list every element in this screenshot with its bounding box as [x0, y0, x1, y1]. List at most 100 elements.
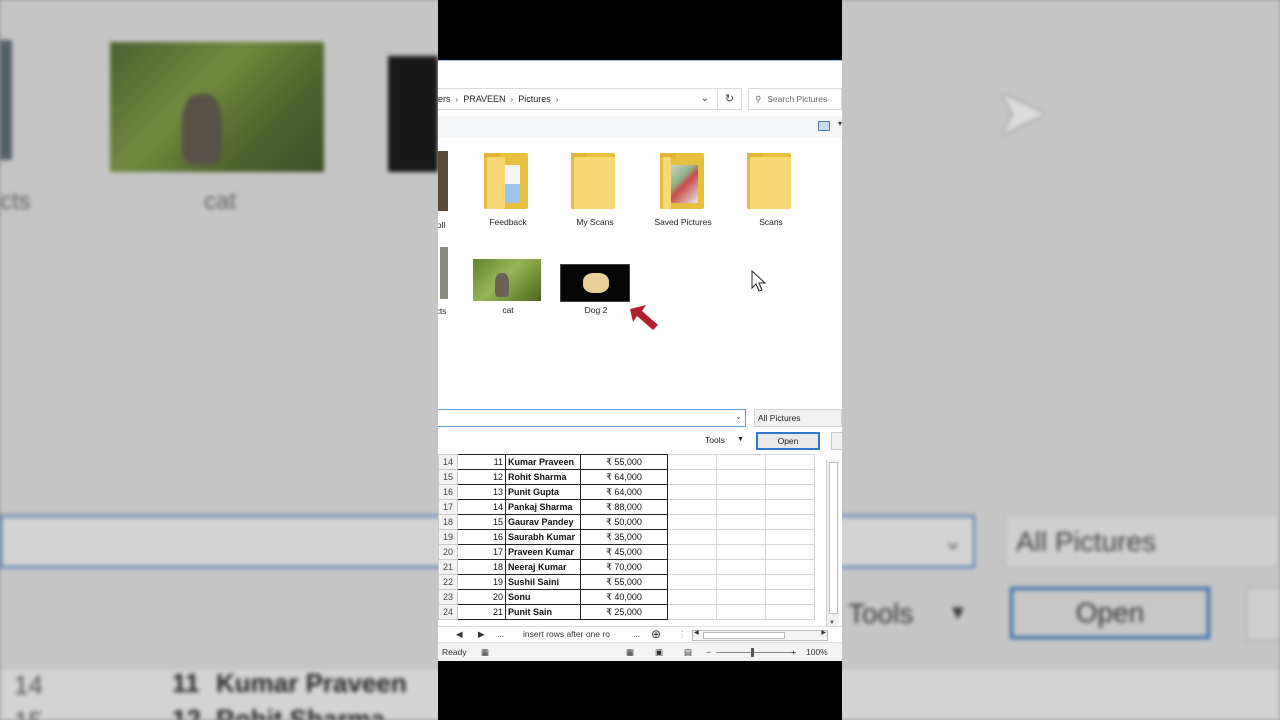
- horizontal-scrollbar[interactable]: ◀ ▶: [692, 630, 828, 641]
- file-name-input[interactable]: ⌄: [438, 409, 746, 427]
- empty-cell[interactable]: [765, 529, 815, 545]
- row-header[interactable]: 22: [438, 574, 458, 590]
- page-layout-icon[interactable]: ▣: [655, 647, 663, 658]
- empty-cell[interactable]: [667, 529, 717, 545]
- empty-cell[interactable]: [667, 454, 717, 470]
- row-header[interactable]: 24: [438, 604, 458, 620]
- empty-cell[interactable]: [765, 604, 815, 620]
- empty-cell[interactable]: [716, 529, 766, 545]
- sheet-ellipsis-left[interactable]: ...: [497, 629, 504, 639]
- file-item-partial-left[interactable]: cts: [438, 247, 448, 316]
- zoom-in-icon[interactable]: +: [791, 647, 796, 657]
- refresh-icon[interactable]: ↻: [718, 88, 742, 110]
- vertical-scrollbar[interactable]: ▼: [826, 460, 839, 626]
- empty-cell[interactable]: [765, 469, 815, 485]
- empty-cell[interactable]: [765, 514, 815, 530]
- serial-number-cell[interactable]: 17: [457, 544, 506, 560]
- normal-view-icon[interactable]: ▦: [626, 647, 634, 658]
- empty-cell[interactable]: [765, 454, 815, 470]
- salary-cell[interactable]: ₹ 64,000: [580, 484, 668, 500]
- breadcrumb-users[interactable]: ers: [438, 89, 451, 109]
- empty-cell[interactable]: [667, 484, 717, 500]
- empty-cell[interactable]: [765, 484, 815, 500]
- serial-number-cell[interactable]: 15: [457, 514, 506, 530]
- empty-cell[interactable]: [716, 469, 766, 485]
- file-type-select[interactable]: All Pictures: [754, 409, 842, 427]
- address-bar[interactable]: ers › PRAVEEN › Pictures › ⌄: [438, 88, 718, 110]
- salary-cell[interactable]: ₹ 45,000: [580, 544, 668, 560]
- serial-number-cell[interactable]: 18: [457, 559, 506, 575]
- sheet-ellipsis-right[interactable]: ...: [633, 629, 640, 639]
- empty-cell[interactable]: [716, 499, 766, 515]
- zoom-slider[interactable]: [716, 652, 796, 653]
- empty-cell[interactable]: [765, 574, 815, 590]
- serial-number-cell[interactable]: 20: [457, 589, 506, 605]
- salary-cell[interactable]: ₹ 40,000: [580, 589, 668, 605]
- name-cell[interactable]: Pankaj Sharma: [505, 499, 581, 515]
- salary-cell[interactable]: ₹ 50,000: [580, 514, 668, 530]
- salary-cell[interactable]: ₹ 88,000: [580, 499, 668, 515]
- row-header[interactable]: 18: [438, 514, 458, 530]
- name-cell[interactable]: Rohit Sharma: [505, 469, 581, 485]
- scroll-right-icon[interactable]: ▶: [821, 629, 826, 636]
- page-break-icon[interactable]: ▤: [684, 647, 692, 658]
- empty-cell[interactable]: [667, 469, 717, 485]
- row-header[interactable]: 16: [438, 484, 458, 500]
- empty-cell[interactable]: [765, 589, 815, 605]
- row-header[interactable]: 14: [438, 454, 458, 470]
- name-cell[interactable]: Praveen Kumar: [505, 544, 581, 560]
- empty-cell[interactable]: [765, 559, 815, 575]
- zoom-out-icon[interactable]: −: [706, 647, 711, 657]
- name-cell[interactable]: Sonu: [505, 589, 581, 605]
- cancel-button[interactable]: [831, 432, 842, 450]
- empty-cell[interactable]: [667, 574, 717, 590]
- row-header[interactable]: 19: [438, 529, 458, 545]
- scroll-left-icon[interactable]: ◀: [694, 629, 699, 636]
- serial-number-cell[interactable]: 14: [457, 499, 506, 515]
- row-header[interactable]: 21: [438, 559, 458, 575]
- chevron-down-icon[interactable]: ⌄: [735, 412, 742, 421]
- open-button[interactable]: Open: [756, 432, 820, 450]
- empty-cell[interactable]: [716, 514, 766, 530]
- tools-menu[interactable]: Tools: [705, 435, 725, 445]
- empty-cell[interactable]: [716, 574, 766, 590]
- empty-cell[interactable]: [667, 589, 717, 605]
- view-options-icon[interactable]: [818, 121, 830, 131]
- empty-cell[interactable]: [716, 604, 766, 620]
- empty-cell[interactable]: [667, 514, 717, 530]
- accessibility-icon[interactable]: ▦: [481, 647, 489, 658]
- serial-number-cell[interactable]: 16: [457, 529, 506, 545]
- row-header[interactable]: 23: [438, 589, 458, 605]
- empty-cell[interactable]: [667, 604, 717, 620]
- name-cell[interactable]: Saurabh Kumar: [505, 529, 581, 545]
- name-cell[interactable]: Kumar Praveen: [505, 454, 581, 470]
- serial-number-cell[interactable]: 11: [457, 454, 506, 470]
- breadcrumb-pictures[interactable]: Pictures: [518, 89, 551, 109]
- name-cell[interactable]: Punit Sain: [505, 604, 581, 620]
- zoom-slider-knob[interactable]: [751, 648, 754, 657]
- empty-cell[interactable]: [765, 544, 815, 560]
- empty-cell[interactable]: [765, 499, 815, 515]
- serial-number-cell[interactable]: 12: [457, 469, 506, 485]
- tools-dropdown-icon[interactable]: ▼: [737, 436, 744, 443]
- serial-number-cell[interactable]: 21: [457, 604, 506, 620]
- empty-cell[interactable]: [716, 544, 766, 560]
- empty-cell[interactable]: [716, 559, 766, 575]
- empty-cell[interactable]: [716, 589, 766, 605]
- search-input[interactable]: ⚲ Search Pictures: [748, 88, 842, 110]
- salary-cell[interactable]: ₹ 64,000: [580, 469, 668, 485]
- empty-cell[interactable]: [667, 544, 717, 560]
- row-header[interactable]: 20: [438, 544, 458, 560]
- serial-number-cell[interactable]: 19: [457, 574, 506, 590]
- empty-cell[interactable]: [716, 454, 766, 470]
- name-cell[interactable]: Sushil Saini: [505, 574, 581, 590]
- zoom-level[interactable]: 100%: [806, 647, 828, 657]
- view-dropdown-icon[interactable]: ▾: [838, 119, 842, 128]
- add-sheet-icon[interactable]: ⊕: [651, 627, 661, 641]
- breadcrumb-praveen[interactable]: PRAVEEN: [463, 89, 505, 109]
- salary-cell[interactable]: ₹ 55,000: [580, 574, 668, 590]
- row-header[interactable]: 17: [438, 499, 458, 515]
- serial-number-cell[interactable]: 13: [457, 484, 506, 500]
- folder-item-partial-left[interactable]: oll: [438, 151, 448, 230]
- name-cell[interactable]: Neeraj Kumar: [505, 559, 581, 575]
